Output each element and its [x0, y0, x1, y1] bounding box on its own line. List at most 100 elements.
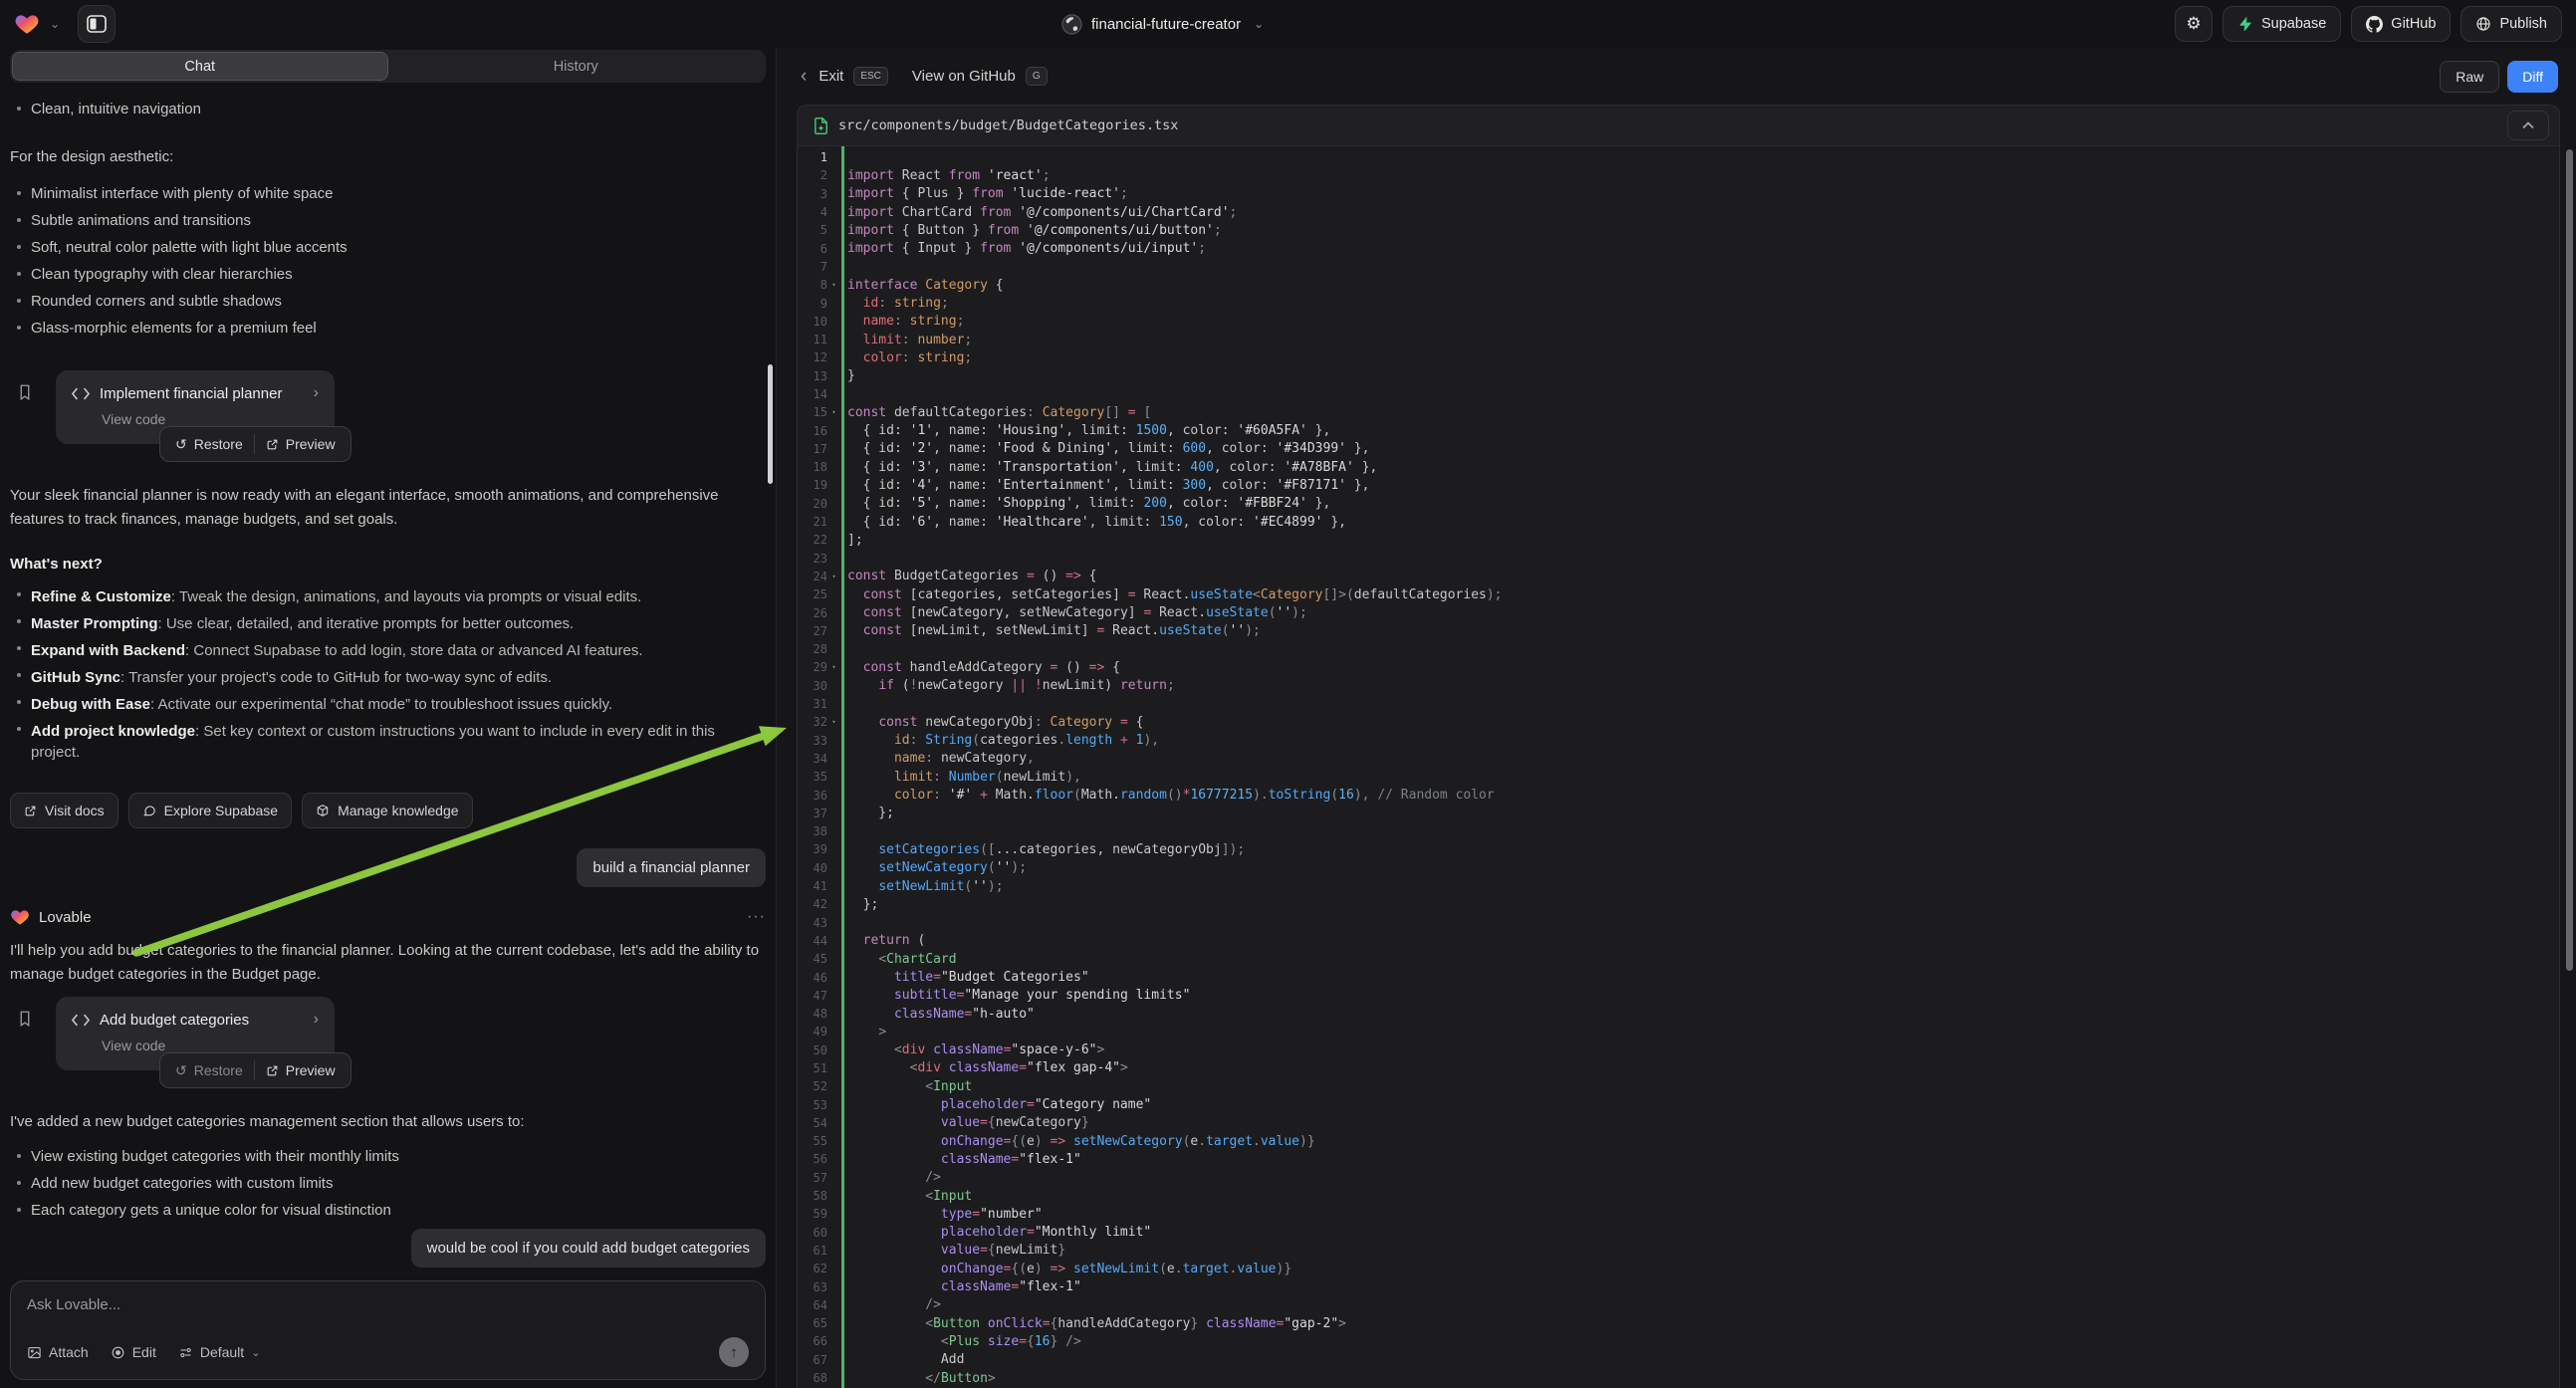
file-path-bar[interactable]: src/components/budget/BudgetCategories.t… [798, 106, 2559, 146]
line-number: 21 [798, 515, 827, 529]
manage-knowledge-button[interactable]: Manage knowledge [302, 793, 472, 828]
line-number: 55 [798, 1134, 827, 1148]
more-options-icon[interactable]: ··· [747, 908, 766, 926]
code-text: { id: '6', name: 'Healthcare', limit: 15… [840, 515, 1346, 530]
chat-scrollbar[interactable] [768, 364, 773, 484]
raw-toggle-button[interactable]: Raw [2440, 61, 2499, 93]
code-scrollbar[interactable] [2566, 149, 2573, 971]
line-number: 26 [798, 606, 827, 620]
code-text: const handleAddCategory = () => { [840, 660, 1120, 675]
sidebar-toggle-button[interactable] [78, 5, 116, 43]
code-line: 55 onChange={(e) => setNewCategory(e.tar… [798, 1132, 2559, 1150]
line-number: 12 [798, 350, 827, 364]
code-text: placeholder="Monthly limit" [840, 1225, 1151, 1240]
fold-toggle-icon[interactable]: ▾ [827, 663, 840, 671]
explore-supabase-button[interactable]: Explore Supabase [128, 793, 292, 828]
g-key-badge: G [1026, 67, 1048, 86]
line-number: 36 [798, 789, 827, 803]
code-text: { id: '1', name: 'Housing', limit: 1500,… [840, 423, 1330, 438]
preview-button[interactable]: Preview [255, 1053, 347, 1087]
bookmark-icon[interactable] [16, 382, 34, 402]
help-paragraph: I'll help you add budget categories to t… [10, 939, 766, 987]
line-number: 64 [798, 1298, 827, 1312]
view-code-link[interactable]: View code [102, 411, 319, 427]
restore-label: Restore [194, 436, 243, 452]
github-button[interactable]: GitHub [2351, 6, 2451, 42]
code-line: 58 <Input [798, 1187, 2559, 1205]
file-path: src/components/budget/BudgetCategories.t… [838, 117, 1178, 133]
supabase-button[interactable]: Supabase [2223, 6, 2341, 42]
code-text: limit: Number(newLimit), [840, 770, 1081, 785]
chat-messages[interactable]: Clean, intuitive navigation For the desi… [0, 83, 776, 1272]
line-number: 58 [798, 1189, 827, 1203]
chat-bubble-icon [142, 804, 156, 817]
code-file-card: src/components/budget/BudgetCategories.t… [797, 105, 2560, 1388]
project-selector[interactable]: financial-future-creator ⌄ [1061, 0, 1264, 48]
code-line: 66 <Plus size={16} /> [798, 1332, 2559, 1350]
external-link-icon [24, 805, 37, 817]
restore-label: Restore [194, 1062, 243, 1078]
publish-label: Publish [2499, 16, 2547, 32]
edit-button[interactable]: Edit [111, 1344, 156, 1360]
line-number: 65 [798, 1316, 827, 1330]
lovable-logo-heart-icon[interactable] [14, 11, 40, 37]
line-number: 39 [798, 842, 827, 856]
code-text: > [840, 1025, 886, 1040]
fold-toggle-icon[interactable]: ▾ [827, 573, 840, 580]
settings-button[interactable]: ⚙ [2175, 6, 2213, 42]
code-text: Add [840, 1352, 964, 1367]
code-text: }; [840, 806, 894, 820]
publish-button[interactable]: Publish [2460, 6, 2562, 42]
line-number: 24 [798, 570, 827, 583]
code-text: <Plus size={16} /> [840, 1334, 1081, 1349]
tab-history[interactable]: History [388, 52, 765, 81]
send-button[interactable]: ↑ [719, 1337, 749, 1367]
code-text: limit: number; [840, 333, 972, 347]
code-editor[interactable]: 12import React from 'react';3import { Pl… [798, 146, 2559, 1388]
chevron-left-icon[interactable]: ‹ [801, 66, 807, 88]
chat-panel: Chat History Clean, intuitive navigation… [0, 48, 777, 1388]
visit-docs-button[interactable]: Visit docs [10, 793, 118, 828]
logo-chevron-down-icon[interactable]: ⌄ [50, 17, 60, 31]
exit-button[interactable]: Exit [819, 68, 843, 85]
bookmark-icon[interactable] [16, 1009, 34, 1029]
mode-selector[interactable]: Default ⌄ [178, 1344, 261, 1360]
code-line: 40 setNewCategory(''); [798, 859, 2559, 877]
collapse-file-button[interactable] [2507, 111, 2549, 140]
code-text: <div className="space-y-6"> [840, 1042, 1104, 1057]
list-item: Master Prompting: Use clear, detailed, a… [10, 613, 766, 634]
project-globe-icon [1061, 14, 1082, 35]
code-text: </Button> [840, 1371, 996, 1386]
code-text: <ChartCard [840, 952, 957, 967]
restore-button[interactable]: ↺ Restore [164, 427, 254, 461]
attach-button[interactable]: Attach [27, 1344, 89, 1360]
code-text: import ChartCard from '@/components/ui/C… [840, 205, 1237, 220]
fold-toggle-icon[interactable]: ▾ [827, 408, 840, 416]
code-line: 35 limit: Number(newLimit), [798, 768, 2559, 786]
fold-toggle-icon[interactable]: ▾ [827, 718, 840, 726]
package-box-icon [316, 804, 330, 817]
view-code-link[interactable]: View code [102, 1038, 319, 1053]
code-line: 20 { id: '5', name: 'Shopping', limit: 2… [798, 495, 2559, 513]
tab-chat[interactable]: Chat [12, 52, 388, 81]
chat-input[interactable]: Ask Lovable... [27, 1296, 749, 1313]
view-on-github-link[interactable]: View on GitHub [912, 68, 1016, 85]
code-text: import { Button } from '@/components/ui/… [840, 223, 1222, 238]
preview-button[interactable]: Preview [255, 427, 347, 461]
code-line: 10 name: string; [798, 313, 2559, 331]
intro-bullet-list: Clean, intuitive navigation [10, 101, 766, 127]
diff-toggle-button[interactable]: Diff [2507, 61, 2558, 93]
fold-toggle-icon[interactable]: ▾ [827, 281, 840, 289]
line-number: 59 [798, 1207, 827, 1221]
code-line: 44 return ( [798, 932, 2559, 950]
arrow-up-icon: ↑ [730, 1344, 738, 1361]
chevron-right-icon: › [314, 1011, 319, 1029]
code-text: { id: '4', name: 'Entertainment', limit:… [840, 478, 1369, 493]
list-item: Each category gets a unique color for vi… [10, 1202, 766, 1219]
code-line: 39 setCategories([...categories, newCate… [798, 840, 2559, 858]
code-line: 54 value={newCategory} [798, 1114, 2559, 1132]
code-line: 11 limit: number; [798, 331, 2559, 348]
code-line: 18 { id: '3', name: 'Transportation', li… [798, 458, 2559, 476]
restore-button[interactable]: ↺ Restore [164, 1053, 254, 1087]
code-line: 31 [798, 695, 2559, 713]
